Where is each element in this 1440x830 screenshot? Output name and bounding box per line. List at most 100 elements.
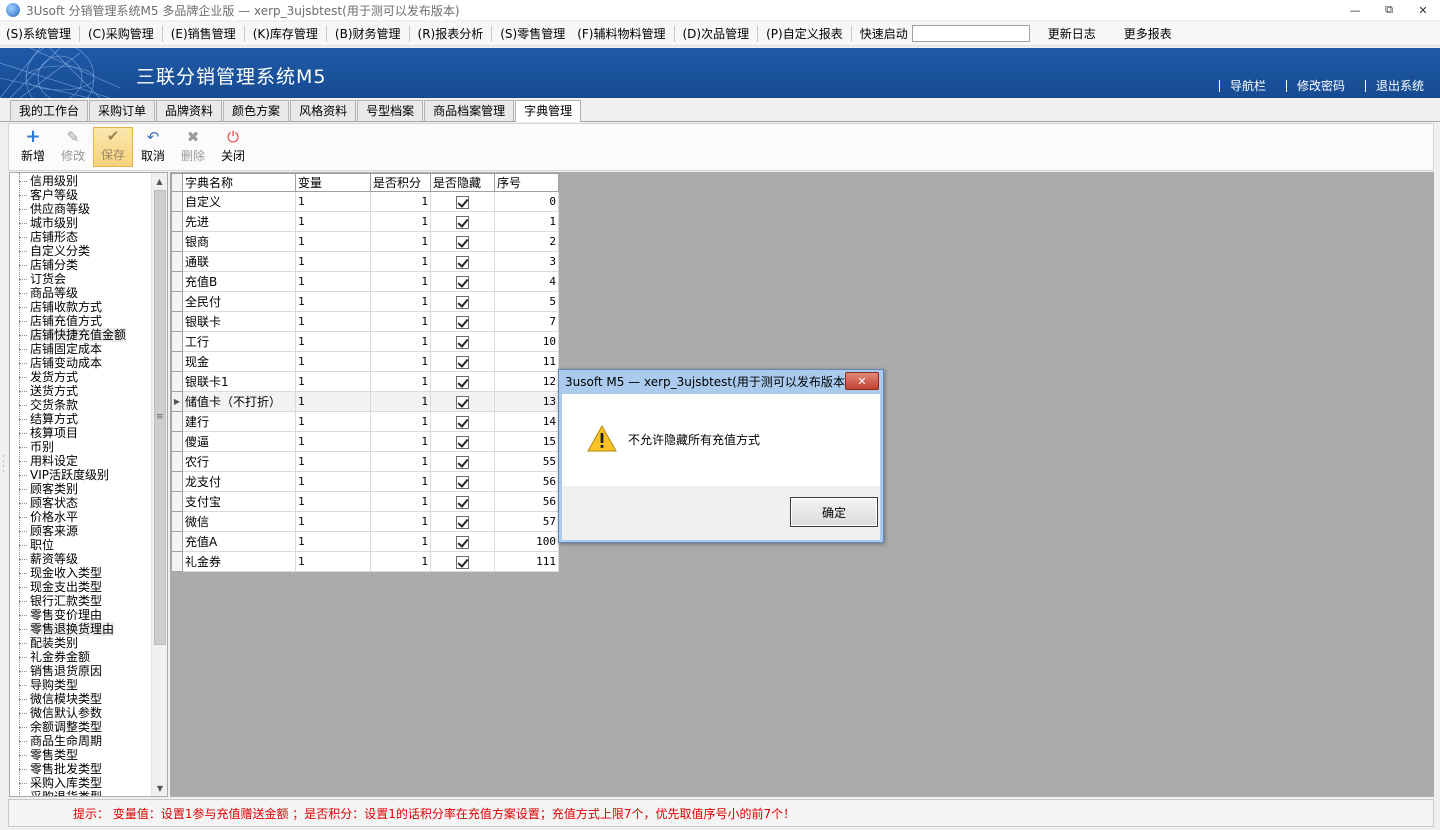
cell-dict-name[interactable]: 充值B [182,271,296,292]
table-row[interactable]: 建行 1 1 14 [171,411,559,432]
tree-item[interactable]: 信用级别 [10,174,153,188]
cell-is-points[interactable]: 1 [370,231,431,252]
cell-sequence[interactable]: 4 [494,271,559,292]
cell-is-hidden[interactable] [430,331,495,352]
cell-variable[interactable]: 1 [295,231,371,252]
tree-item[interactable]: 店铺分类 [10,258,153,272]
change-password-link[interactable]: 修改密码 [1285,80,1355,92]
cell-variable[interactable]: 1 [295,451,371,472]
logout-link[interactable]: 退出系统 [1364,80,1434,92]
row-header[interactable] [171,551,183,572]
cell-is-hidden[interactable] [430,271,495,292]
cell-variable[interactable]: 1 [295,511,371,532]
tree-item[interactable]: VIP活跃度级别 [10,468,153,482]
tree-item[interactable]: 零售批发类型 [10,762,153,776]
cell-is-points[interactable]: 1 [370,471,431,492]
hidden-checkbox[interactable] [456,375,469,389]
col-is-points[interactable]: 是否积分 [370,173,431,192]
tree-item[interactable]: 顾客类别 [10,482,153,496]
cell-is-hidden[interactable] [430,351,495,372]
cell-variable[interactable]: 1 [295,431,371,452]
hidden-checkbox[interactable] [456,515,469,529]
table-row[interactable]: ▶ 储值卡（不打折） 1 1 13 [171,391,559,412]
cell-variable[interactable]: 1 [295,351,371,372]
cell-sequence[interactable]: 1 [494,211,559,232]
cell-dict-name[interactable]: 银联卡1 [182,371,296,392]
scroll-down-icon[interactable]: ▼ [152,780,167,796]
tree-item[interactable]: 店铺固定成本 [10,342,153,356]
tree-item[interactable]: 订货会 [10,272,153,286]
more-reports-link[interactable]: 更多报表 [1118,25,1178,42]
cell-is-points[interactable]: 1 [370,351,431,372]
cell-is-points[interactable]: 1 [370,191,431,212]
cell-is-hidden[interactable] [430,191,495,212]
table-row[interactable]: 银联卡 1 1 7 [171,311,559,332]
cell-is-points[interactable]: 1 [370,511,431,532]
menu-retail[interactable]: (S)零售管理 [494,25,571,42]
cell-is-points[interactable]: 1 [370,271,431,292]
cell-dict-name[interactable]: 农行 [182,451,296,472]
table-row[interactable]: 礼金券 1 1 111 [171,551,559,572]
table-row[interactable]: 充值A 1 1 100 [171,531,559,552]
hidden-checkbox[interactable] [456,455,469,469]
tree-item[interactable]: 店铺快捷充值金额 [10,328,153,342]
table-row[interactable]: 龙支付 1 1 56 [171,471,559,492]
cell-sequence[interactable]: 13 [494,391,559,412]
cell-is-hidden[interactable] [430,411,495,432]
cell-is-hidden[interactable] [430,451,495,472]
menu-purchase[interactable]: (C)采购管理 [82,25,160,42]
cell-sequence[interactable]: 56 [494,491,559,512]
tree-item[interactable]: 价格水平 [10,510,153,524]
tree-item[interactable]: 银行汇款类型 [10,594,153,608]
table-row[interactable]: 自定义 1 1 0 [171,191,559,212]
tree-item[interactable]: 币别 [10,440,153,454]
row-header[interactable] [171,471,183,492]
tree-item[interactable]: 采购入库类型 [10,776,153,790]
tree-item[interactable]: 店铺变动成本 [10,356,153,370]
cell-variable[interactable]: 1 [295,191,371,212]
row-header[interactable] [171,291,183,312]
cell-is-points[interactable]: 1 [370,431,431,452]
cell-is-hidden[interactable] [430,471,495,492]
hidden-checkbox[interactable] [456,215,469,229]
cell-dict-name[interactable]: 银商 [182,231,296,252]
cell-sequence[interactable]: 56 [494,471,559,492]
cell-is-points[interactable]: 1 [370,291,431,312]
col-dict-name[interactable]: 字典名称 [182,173,296,192]
tree-item[interactable]: 送货方式 [10,384,153,398]
col-is-hidden[interactable]: 是否隐藏 [430,173,495,192]
cell-is-hidden[interactable] [430,391,495,412]
tree-item[interactable]: 交货条款 [10,398,153,412]
menu-finance[interactable]: (B)财务管理 [329,25,407,42]
cell-is-points[interactable]: 1 [370,531,431,552]
save-button[interactable]: ✔ 保存 [93,127,133,167]
nav-bar-link[interactable]: 导航栏 [1218,80,1276,92]
hidden-checkbox[interactable] [456,415,469,429]
tab-color-scheme[interactable]: 颜色方案 [223,100,290,121]
tree-item[interactable]: 店铺收款方式 [10,300,153,314]
cell-dict-name[interactable]: 全民付 [182,291,296,312]
cell-dict-name[interactable]: 建行 [182,411,296,432]
table-row[interactable]: 现金 1 1 11 [171,351,559,372]
cell-dict-name[interactable]: 储值卡（不打折） [182,391,296,412]
row-header[interactable] [171,231,183,252]
tree-item[interactable]: 核算项目 [10,426,153,440]
splitter-grip[interactable]: · · · · [2,453,5,477]
tab-brand[interactable]: 品牌资料 [156,100,223,121]
cell-sequence[interactable]: 0 [494,191,559,212]
hidden-checkbox[interactable] [456,295,469,309]
cell-dict-name[interactable]: 支付宝 [182,491,296,512]
cell-variable[interactable]: 1 [295,211,371,232]
tree-item[interactable]: 零售变价理由 [10,608,153,622]
cell-sequence[interactable]: 2 [494,231,559,252]
cell-sequence[interactable]: 55 [494,451,559,472]
tree-item[interactable]: 微信模块类型 [10,692,153,706]
cell-sequence[interactable]: 12 [494,371,559,392]
tree-item[interactable]: 用料设定 [10,454,153,468]
menu-custom-reports[interactable]: (P)自定义报表 [760,25,849,42]
tree-item[interactable]: 薪资等级 [10,552,153,566]
table-row[interactable]: 支付宝 1 1 56 [171,491,559,512]
cell-is-hidden[interactable] [430,371,495,392]
tree-item[interactable]: 自定义分类 [10,244,153,258]
restore-icon[interactable]: ⧉ [1372,0,1406,20]
